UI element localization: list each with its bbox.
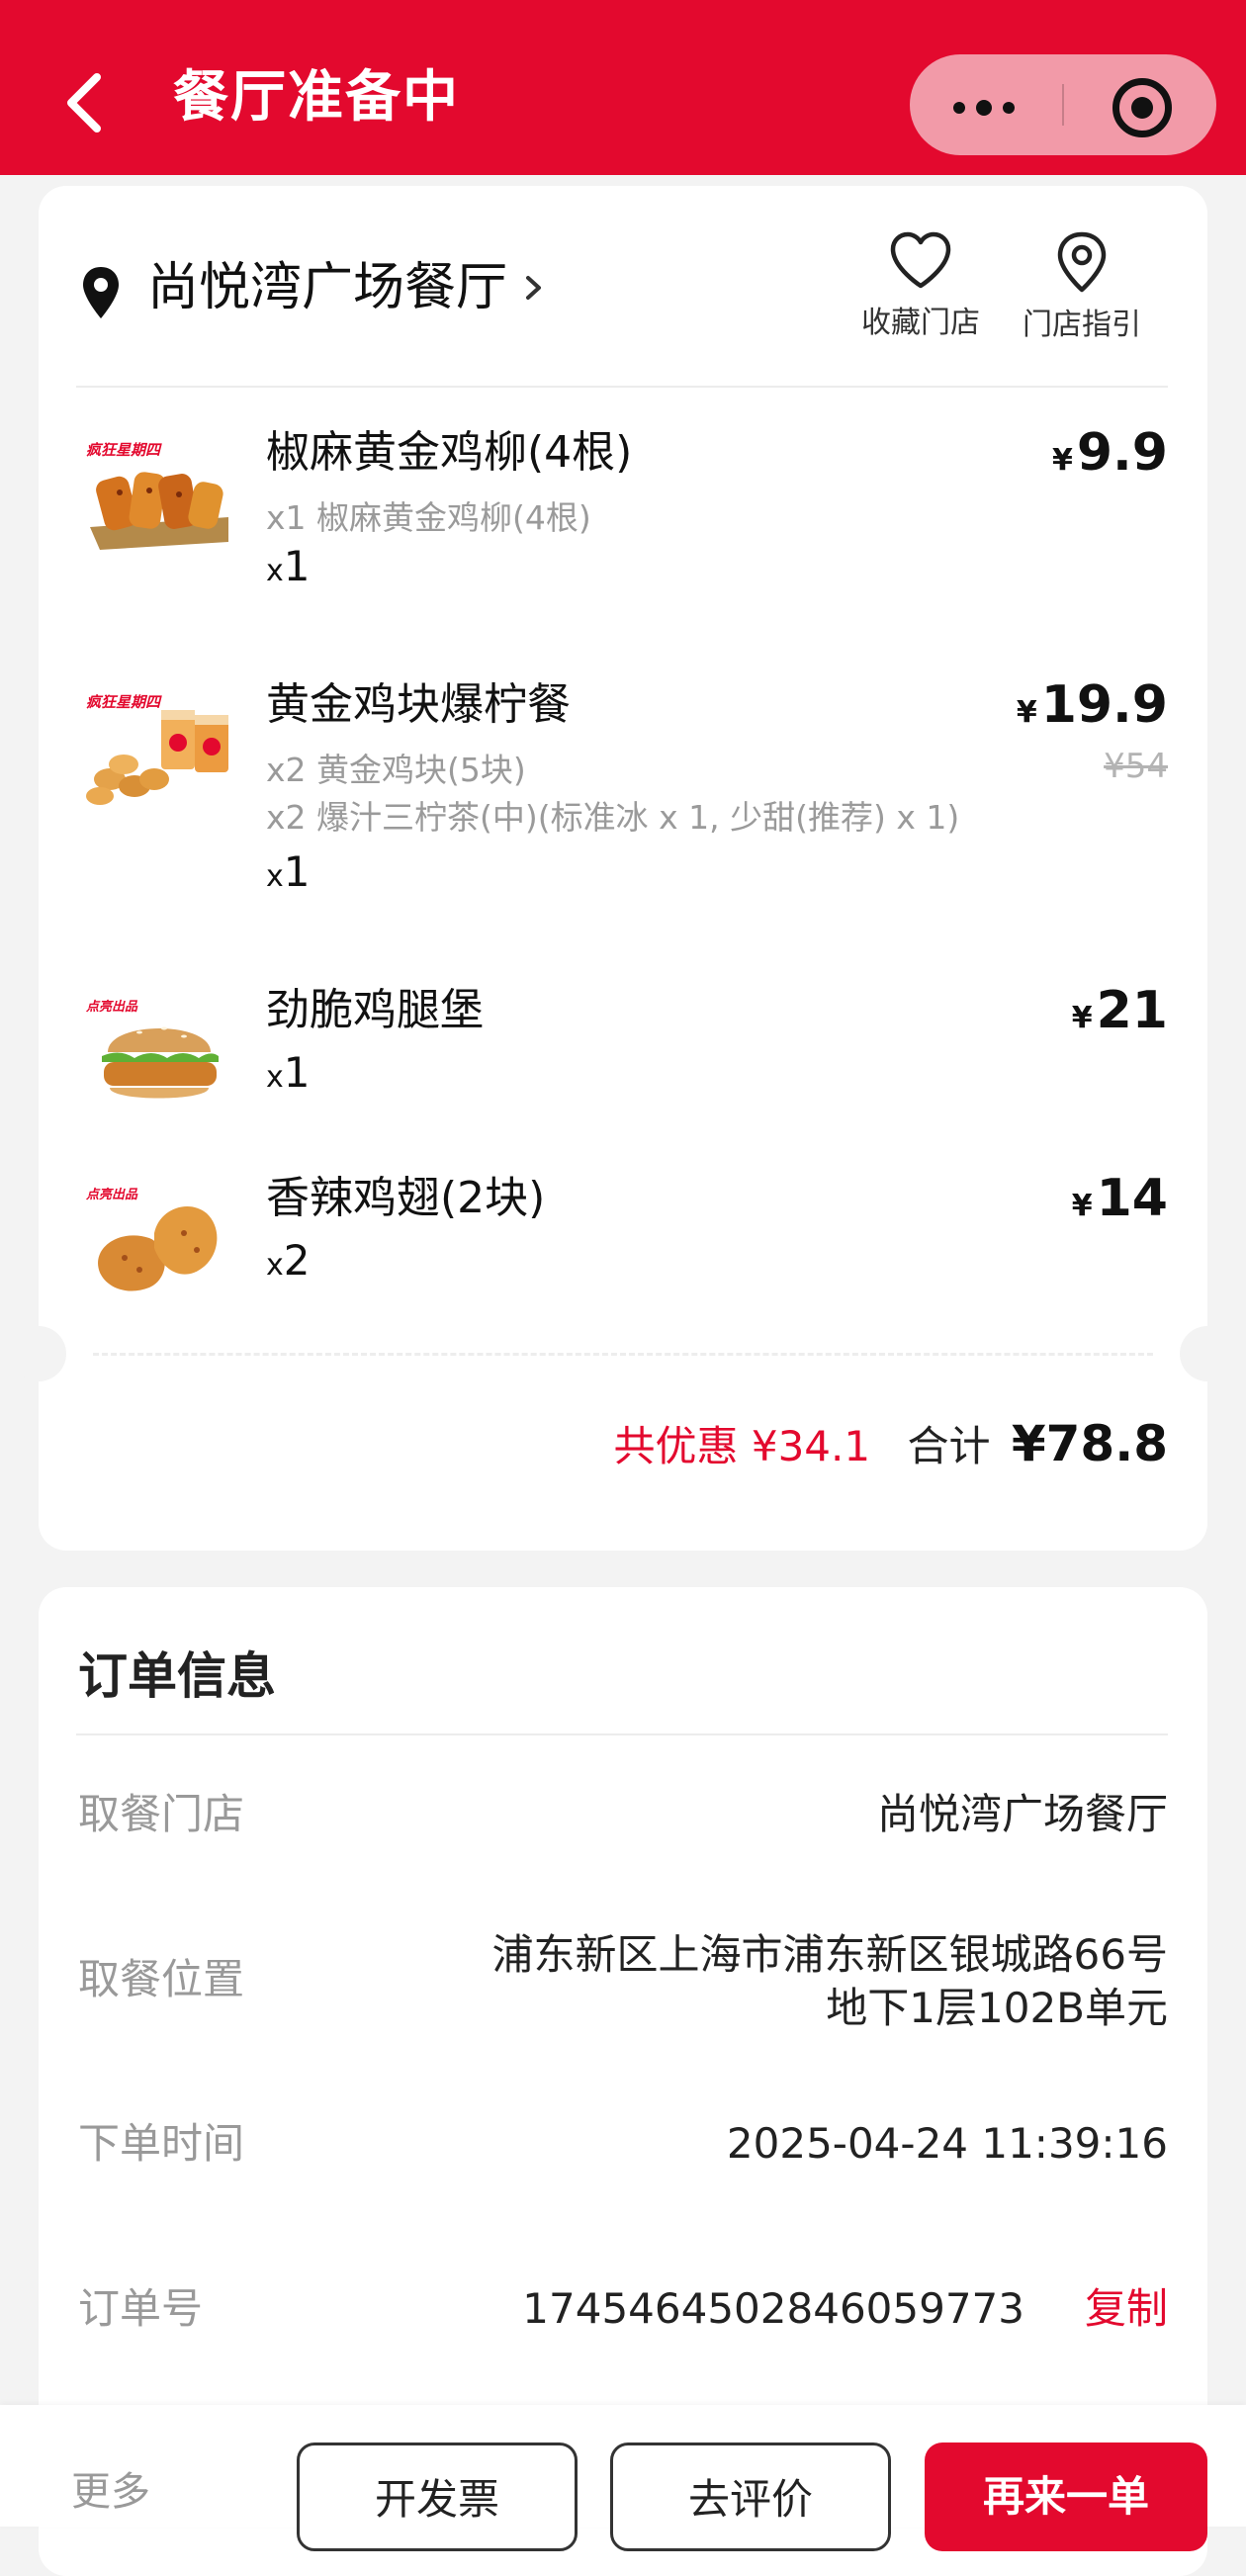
product-image-chicken-strips: 疯狂星期四	[80, 433, 238, 562]
back-arrow-icon[interactable]	[61, 71, 111, 134]
total-amount: ¥78.8	[1011, 1415, 1168, 1472]
copy-order-number-button[interactable]: 复制	[1085, 2279, 1168, 2339]
item-price: ¥9.9	[1052, 423, 1168, 483]
svg-text:疯狂星期四: 疯狂星期四	[86, 441, 162, 459]
order-time-value: 2025-04-24 11:39:16	[726, 2119, 1168, 2168]
close-miniprogram-icon[interactable]	[1063, 54, 1216, 155]
discount-total: 共优惠 ¥34.1	[613, 1422, 871, 1470]
item-name: 香辣鸡翅(2块)	[266, 1173, 546, 1223]
favorite-store-button[interactable]: 收藏门店	[851, 230, 990, 354]
divider	[76, 1733, 1168, 1735]
order-number-value: 1745464502846059773	[522, 2284, 1024, 2333]
order-summary: 共优惠 ¥34.1 合计 ¥78.8	[614, 1404, 1168, 1483]
item-quantity: x2	[266, 1236, 311, 1285]
map-pin-icon	[1057, 231, 1107, 293]
more-button[interactable]: 更多	[71, 2462, 150, 2522]
item-quantity: x1	[266, 1048, 311, 1097]
location-line-1: 浦东新区上海市浦东新区银城路66号	[491, 1930, 1168, 1979]
miniprogram-capsule	[910, 54, 1216, 155]
location-line-2: 地下1层102B单元	[826, 1984, 1168, 2032]
pickup-location-value: 浦东新区上海市浦东新区银城路66号 地下1层102B单元	[492, 1928, 1168, 2035]
item-detail: x2 爆汁三柠茶(中)(标准冰 x 1, 少甜(推荐) x 1)	[266, 798, 960, 837]
bottom-action-bar: 更多 开发票 去评价 再来一单	[0, 2405, 1246, 2551]
pickup-location-label: 取餐位置	[78, 1955, 245, 2003]
divider	[76, 386, 1168, 388]
order-number-label: 订单号	[78, 2284, 204, 2333]
item-name: 黄金鸡块爆柠餐	[266, 679, 571, 730]
more-options-icon[interactable]	[910, 54, 1063, 155]
top-bar: 餐厅准备中	[0, 0, 1246, 175]
item-detail: x2 黄金鸡块(5块)	[266, 751, 526, 789]
pickup-store-label: 取餐门店	[78, 1790, 245, 1838]
product-image-spicy-wings: 点亮出品	[80, 1179, 238, 1307]
item-quantity: x1	[266, 847, 311, 896]
order-card: 尚悦湾广场餐厅 收藏门店 门店指引 疯狂星期四 椒麻黄金鸡柳(4根) x1 椒麻…	[11, 186, 1235, 1551]
item-price: ¥21	[1071, 981, 1168, 1040]
favorite-store-label: 收藏门店	[861, 306, 980, 340]
product-image-chicken-burger: 点亮出品	[80, 991, 238, 1119]
invoice-button[interactable]: 开发票	[297, 2443, 578, 2551]
item-quantity: x1	[266, 542, 311, 590]
ticket-notch-right	[1180, 1326, 1235, 1381]
ticket-notch-left	[11, 1326, 66, 1381]
svg-text:疯狂星期四: 疯狂星期四	[86, 693, 162, 711]
item-original-price: ¥54	[1104, 747, 1168, 786]
store-guide-label: 门店指引	[1023, 308, 1141, 342]
item-price: ¥14	[1071, 1169, 1168, 1228]
item-name: 劲脆鸡腿堡	[266, 985, 484, 1035]
reorder-button[interactable]: 再来一单	[925, 2443, 1207, 2551]
review-button[interactable]: 去评价	[610, 2443, 891, 2551]
svg-text:点亮出品: 点亮出品	[85, 999, 138, 1015]
chevron-right-icon[interactable]	[523, 273, 545, 303]
order-info-title: 订单信息	[78, 1647, 276, 1705]
location-pin-icon	[83, 267, 119, 318]
pickup-store-value: 尚悦湾广场餐厅	[876, 1790, 1168, 1838]
svg-text:点亮出品: 点亮出品	[85, 1187, 138, 1202]
item-detail: x1 椒麻黄金鸡柳(4根)	[266, 498, 591, 537]
item-name: 椒麻黄金鸡柳(4根)	[266, 427, 633, 478]
item-price: ¥19.9	[1016, 675, 1168, 735]
product-image-nugget-combo: 疯狂星期四	[80, 685, 238, 814]
heart-icon	[890, 231, 951, 289]
page-title: 餐厅准备中	[173, 65, 460, 130]
store-guide-button[interactable]: 门店指引	[1013, 230, 1151, 354]
store-name-link[interactable]: 尚悦湾广场餐厅	[147, 253, 507, 322]
order-time-label: 下单时间	[78, 2119, 245, 2168]
total-label: 合计	[907, 1422, 991, 1470]
dashed-divider	[93, 1353, 1153, 1356]
